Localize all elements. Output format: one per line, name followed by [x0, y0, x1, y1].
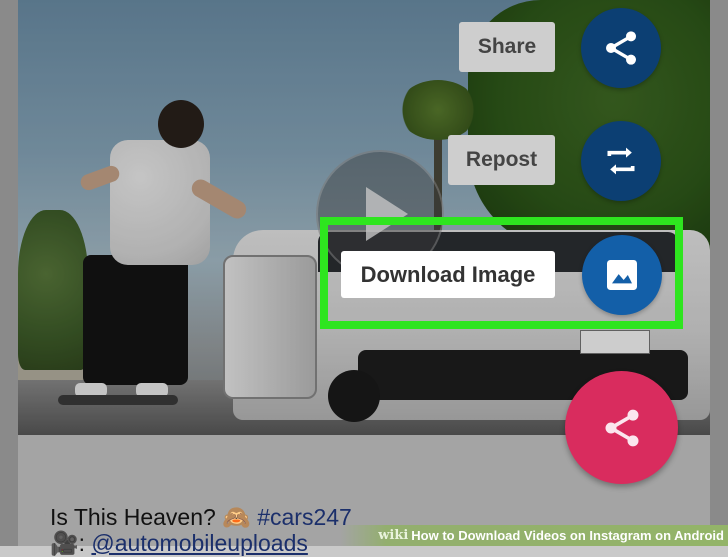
wikihow-logo: wiki: [378, 528, 409, 543]
watermark-title: How to Download Videos on Instagram on A…: [411, 528, 724, 543]
repost-icon: [607, 147, 635, 175]
share-fab-button[interactable]: [565, 371, 678, 484]
share-label[interactable]: Share: [459, 22, 555, 72]
post-credit: 🎥: @automobileuploads: [50, 530, 308, 557]
hashtag-link[interactable]: #cars247: [257, 504, 352, 530]
caption-text: Is This Heaven? 🙈: [50, 504, 258, 530]
mention-link[interactable]: @automobileuploads: [91, 530, 307, 556]
repost-label[interactable]: Repost: [448, 135, 555, 185]
tutorial-highlight-box: [320, 217, 683, 329]
share-icon: [606, 31, 636, 65]
share-button[interactable]: [581, 8, 661, 88]
share-icon: [605, 409, 638, 446]
repost-button[interactable]: [581, 121, 661, 201]
camera-emoji: 🎥:: [50, 530, 92, 556]
wikihow-watermark: wiki How to Download Videos on Instagram…: [340, 525, 728, 546]
post-caption: Is This Heaven? 🙈 #cars247: [50, 504, 352, 531]
